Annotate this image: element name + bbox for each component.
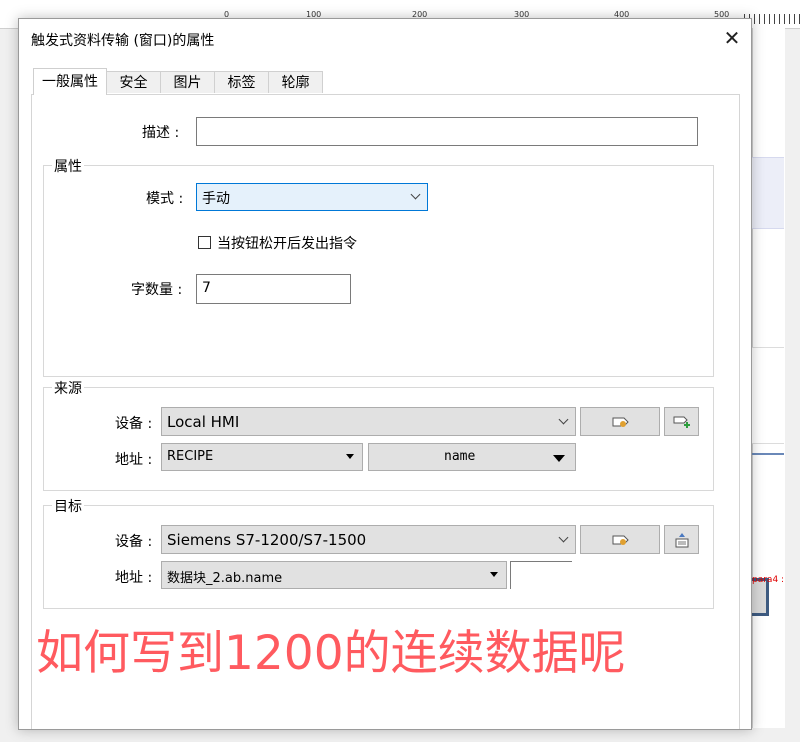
description-label: 描述 :: [142, 125, 180, 141]
dialog-title: 触发式资料传输 (窗口)的属性: [31, 33, 215, 49]
properties-group: 属性 模式 : 手动 当按钮松开后发出指令 字数量 : 7: [43, 156, 714, 377]
canvas-object: [752, 347, 784, 444]
word-count-value: 7: [202, 280, 211, 296]
tab-outline[interactable]: 轮廓: [268, 71, 323, 93]
source-group: 来源 设备 : Local HMI 地址 : RECIPE name: [43, 378, 714, 491]
source-group-title: 来源: [52, 378, 84, 398]
canvas-object: [752, 157, 784, 229]
add-tag-icon: [673, 416, 690, 428]
tag-icon: [612, 417, 629, 427]
tab-label: 轮廓: [281, 75, 310, 91]
target-address-label: 地址 :: [115, 570, 153, 586]
dropdown-arrow-icon: [490, 572, 498, 577]
source-device-label: 设备 :: [115, 416, 153, 432]
target-extra-input[interactable]: [510, 561, 572, 589]
source-tag-button[interactable]: [580, 407, 660, 436]
word-count-label: 字数量 :: [131, 282, 183, 298]
target-address-value: 数据块_2.ab.name: [167, 571, 283, 586]
chevron-down-icon: [410, 189, 421, 200]
tab-label[interactable]: 标签: [214, 71, 269, 93]
properties-group-title: 属性: [52, 156, 84, 176]
release-checkbox[interactable]: [198, 236, 211, 249]
chevron-down-icon: [558, 532, 569, 543]
tab-label: 安全: [119, 75, 148, 91]
tab-picture[interactable]: 图片: [160, 71, 215, 93]
mode-select[interactable]: 手动: [196, 183, 428, 211]
dialog-titlebar[interactable]: 触发式资料传输 (窗口)的属性 ✕: [19, 19, 751, 59]
tag-icon: [612, 535, 629, 545]
add-tag-button[interactable]: [664, 407, 699, 436]
target-device-label: 设备 :: [115, 534, 153, 550]
word-count-input[interactable]: 7: [196, 274, 351, 304]
source-field-select[interactable]: name: [368, 443, 576, 471]
canvas-red-label: para4 :: [752, 575, 785, 585]
ruler-ticks: [744, 14, 800, 24]
mode-label: 模式 :: [146, 191, 184, 207]
source-address-value: RECIPE: [167, 449, 214, 464]
annotation-question: 如何写到1200的连续数据呢: [36, 626, 626, 681]
device-icon: [675, 533, 689, 548]
source-field-value: name: [444, 449, 476, 464]
target-device-value: Siemens S7-1200/S7-1500: [167, 531, 367, 549]
target-address-select[interactable]: 数据块_2.ab.name: [161, 561, 507, 589]
mode-value: 手动: [202, 191, 230, 207]
target-group: 目标 设备 : Siemens S7-1200/S7-1500 地址 : 数据块…: [43, 496, 714, 609]
target-tag-button[interactable]: [580, 525, 660, 554]
chevron-down-icon: [558, 414, 569, 425]
tab-security[interactable]: 安全: [106, 71, 161, 93]
tab-label: 一般属性: [42, 74, 98, 90]
canvas-line: [752, 453, 784, 455]
tab-general[interactable]: 一般属性: [33, 68, 107, 95]
tab-label: 标签: [227, 75, 256, 91]
target-group-title: 目标: [52, 496, 84, 516]
device-settings-button[interactable]: [664, 525, 699, 554]
release-checkbox-label: 当按钮松开后发出指令: [217, 236, 357, 252]
source-device-value: Local HMI: [167, 413, 240, 431]
source-address-label: 地址 :: [115, 452, 153, 468]
source-address-select[interactable]: RECIPE: [161, 443, 363, 471]
dropdown-arrow-icon: [553, 455, 565, 462]
source-device-select[interactable]: Local HMI: [161, 407, 576, 436]
description-input[interactable]: [196, 117, 698, 146]
close-icon[interactable]: ✕: [719, 25, 745, 51]
dropdown-arrow-icon: [346, 454, 354, 459]
target-device-select[interactable]: Siemens S7-1200/S7-1500: [161, 525, 576, 554]
tab-label: 图片: [173, 75, 202, 91]
